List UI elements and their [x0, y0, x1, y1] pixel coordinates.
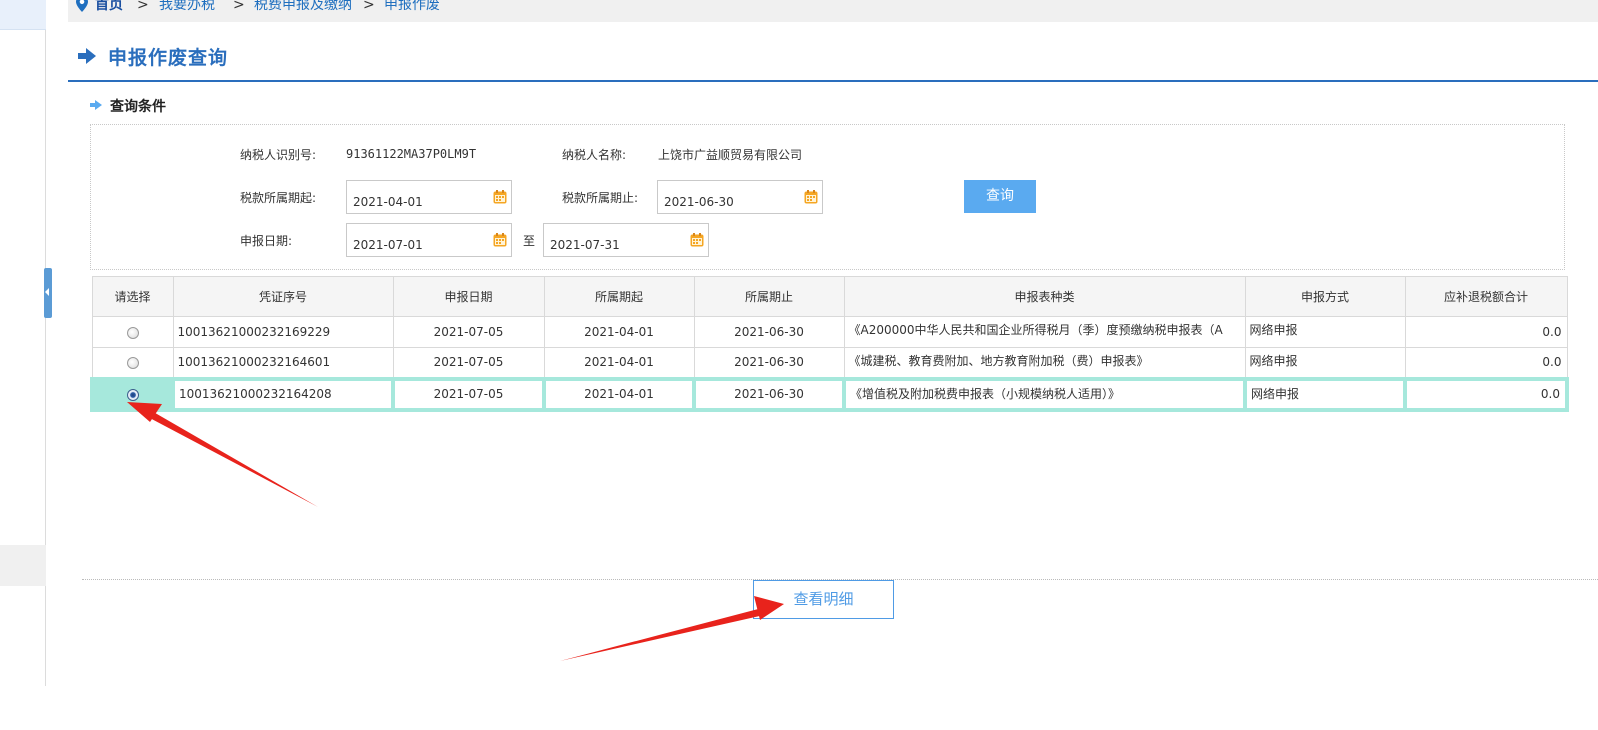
row-select-cell[interactable]	[91, 347, 174, 379]
breadcrumb-home[interactable]: 首页	[95, 0, 123, 12]
amount-cell: 0.0	[1403, 376, 1569, 412]
column-header-voucher: 凭证序号	[172, 276, 394, 317]
period-end-cell: 2021-06-30	[693, 316, 845, 348]
breadcrumb-separator: >	[233, 0, 245, 13]
method-cell: 网络申报	[1243, 376, 1407, 412]
query-panel: 纳税人识别号: 91361122MA37P0LM9T 纳税人名称: 上饶市广益顺…	[90, 124, 1565, 270]
declare-date-cell: 2021-07-05	[392, 347, 545, 379]
voucher-cell: 10013621000232164601	[172, 347, 394, 379]
column-header-declare-date: 申报日期	[392, 276, 545, 317]
row-radio[interactable]	[126, 356, 139, 369]
breadcrumb-separator: >	[137, 0, 149, 13]
declare-date-from-input[interactable]: 2021-07-01	[346, 223, 512, 257]
amount-cell: 0.0	[1404, 347, 1568, 379]
period-start-value: 2021-04-01	[353, 195, 423, 209]
view-detail-button[interactable]: 查看明细	[753, 580, 894, 619]
annotation-arrow-to-radio	[127, 402, 318, 507]
annotation-arrow-to-detail-button	[560, 596, 784, 661]
breadcrumb: 首页 > 我要办税 > 税费申报及缴纳 > 申报作废	[68, 0, 1598, 22]
row-select-cell[interactable]	[91, 316, 174, 348]
column-header-method: 申报方式	[1244, 276, 1406, 317]
form-type-cell: 《城建税、教育费附加、地方教育附加税（费）申报表》	[843, 347, 1246, 379]
period-start-input[interactable]: 2021-04-01	[346, 180, 512, 214]
column-header-period-start: 所属期起	[543, 276, 695, 317]
declare-date-from-value: 2021-07-01	[353, 238, 423, 252]
calendar-icon[interactable]	[804, 190, 818, 204]
table-row-selected[interactable]: 10013621000232164208 2021-07-05 2021-04-…	[90, 376, 1569, 412]
method-cell: 网络申报	[1244, 347, 1406, 379]
period-start-cell: 2021-04-01	[543, 316, 695, 348]
calendar-icon[interactable]	[493, 190, 507, 204]
arrow-right-icon	[90, 100, 102, 110]
column-header-form-type: 申报表种类	[843, 276, 1246, 317]
page-title: 申报作废查询	[108, 47, 229, 69]
result-table: 请选择 凭证序号 申报日期 所属期起 所属期止 申报表种类 申报方式 应补退税额…	[90, 276, 1569, 412]
calendar-icon[interactable]	[493, 233, 507, 247]
period-start-cell: 2021-04-01	[542, 376, 696, 412]
date-range-to-label: 至	[523, 234, 536, 248]
voucher-cell: 10013621000232164208	[171, 376, 395, 412]
period-start-label: 税款所属期起:	[240, 191, 317, 205]
breadcrumb-separator: >	[363, 0, 375, 13]
declare-date-to-input[interactable]: 2021-07-31	[543, 223, 709, 257]
sidebar-item[interactable]	[0, 545, 46, 586]
period-end-input[interactable]: 2021-06-30	[657, 180, 823, 214]
table-header-row: 请选择 凭证序号 申报日期 所属期起 所属期止 申报表种类 申报方式 应补退税额…	[91, 276, 1568, 317]
section-title: 查询条件	[110, 99, 166, 115]
row-select-cell[interactable]	[90, 376, 175, 412]
declare-date-cell: 2021-07-05	[391, 376, 546, 412]
method-cell: 网络申报	[1244, 316, 1406, 348]
table-row[interactable]: 10013621000232164601 2021-07-05 2021-04-…	[91, 347, 1568, 379]
page-title-bar: 申报作废查询	[68, 40, 1598, 82]
period-end-value: 2021-06-30	[664, 195, 734, 209]
taxpayer-name-value: 上饶市广益顺贸易有限公司	[658, 148, 803, 162]
declare-date-cell: 2021-07-05	[392, 316, 545, 348]
left-sidebar	[0, 0, 46, 686]
form-type-cell: 《增值税及附加税费申报表（小规模纳税人适用）》	[842, 376, 1247, 412]
breadcrumb-item-tax-declaration[interactable]: 税费申报及缴纳	[254, 0, 352, 12]
location-pin-icon	[76, 0, 88, 12]
declare-date-to-value: 2021-07-31	[550, 238, 620, 252]
voucher-cell: 10013621000232169229	[172, 316, 394, 348]
query-button[interactable]: 查询	[964, 180, 1036, 213]
sidebar-active-item[interactable]	[0, 0, 46, 30]
taxpayer-id-value: 91361122MA37P0LM9T	[346, 147, 477, 161]
form-type-cell: 《A200000中华人民共和国企业所得税月（季）度预缴纳税申报表（A	[843, 316, 1246, 348]
column-header-period-end: 所属期止	[693, 276, 845, 317]
arrow-right-icon	[78, 48, 96, 64]
period-end-cell: 2021-06-30	[692, 376, 846, 412]
row-radio-checked[interactable]	[126, 388, 139, 401]
taxpayer-id-label: 纳税人识别号:	[240, 148, 317, 162]
breadcrumb-item-void-declaration[interactable]: 申报作废	[384, 0, 440, 12]
period-start-cell: 2021-04-01	[543, 347, 695, 379]
calendar-icon[interactable]	[690, 233, 704, 247]
row-radio[interactable]	[126, 326, 139, 339]
period-end-cell: 2021-06-30	[693, 347, 845, 379]
taxpayer-name-label: 纳税人名称:	[562, 148, 627, 162]
amount-cell: 0.0	[1404, 316, 1568, 348]
period-end-label: 税款所属期止:	[562, 191, 639, 205]
sidebar-collapse-handle[interactable]	[44, 268, 52, 318]
table-row[interactable]: 10013621000232169229 2021-07-05 2021-04-…	[91, 316, 1568, 348]
column-header-select: 请选择	[91, 276, 174, 317]
breadcrumb-item-tax-handling[interactable]: 我要办税	[159, 0, 215, 12]
column-header-amount: 应补退税额合计	[1404, 276, 1568, 317]
declare-date-label: 申报日期:	[240, 234, 293, 248]
